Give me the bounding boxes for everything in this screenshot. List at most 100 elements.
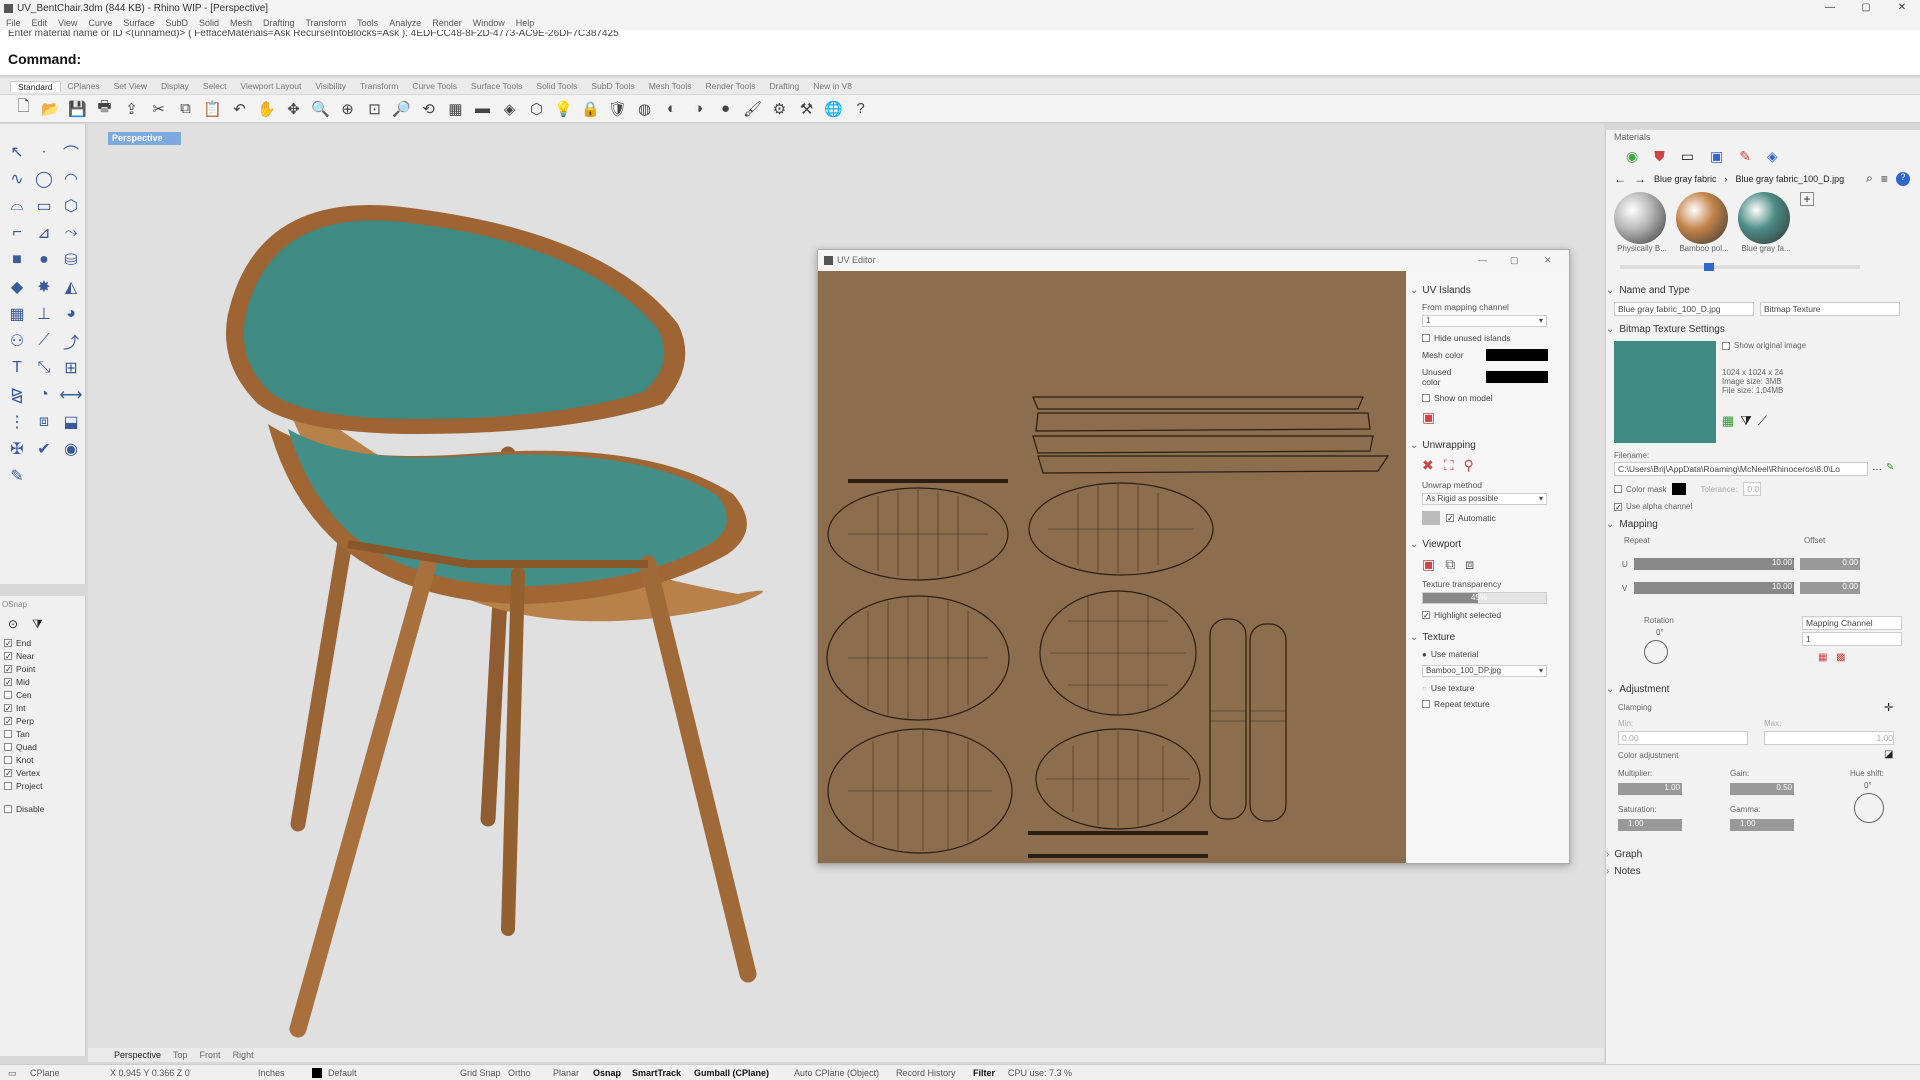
search-icon[interactable]: ⌕ xyxy=(1866,171,1873,186)
bitmap-settings-header[interactable]: Bitmap Texture Settings xyxy=(1606,324,1914,335)
toolbar-tab[interactable]: Mesh Tools xyxy=(642,81,699,91)
viewport-header[interactable]: Viewport xyxy=(1410,539,1563,550)
texture-name-field[interactable]: Blue gray fabric_100_D.jpg xyxy=(1614,302,1754,316)
repeat-u-slider[interactable]: 10.00 xyxy=(1634,558,1794,570)
checkbox[interactable]: ✓ xyxy=(4,703,12,712)
scale-icon[interactable]: ⤡ xyxy=(31,354,57,381)
tools-icon[interactable]: ⚒ xyxy=(793,97,820,121)
status-toggle[interactable]: Record History xyxy=(896,1068,956,1078)
point-icon[interactable]: · xyxy=(31,138,57,165)
shell-icon[interactable]: ◕ xyxy=(58,300,84,327)
toolbar-tab[interactable]: Select xyxy=(196,81,234,91)
material-types-icon[interactable]: ◉ xyxy=(1626,148,1638,165)
trim-icon[interactable]: ⟋ xyxy=(31,327,57,354)
layer-color-swatch[interactable] xyxy=(312,1068,322,1078)
copy-icon[interactable]: ⧉ xyxy=(172,97,199,121)
menu-item-solid[interactable]: Solid xyxy=(199,18,219,28)
color-adjust-icon[interactable]: ◪ xyxy=(1884,749,1893,760)
checkbox[interactable] xyxy=(1422,700,1430,708)
sphere-icon[interactable]: ◐ xyxy=(658,97,685,121)
status-toggle[interactable]: Osnap xyxy=(593,1068,621,1078)
checkbox[interactable] xyxy=(4,690,12,699)
fillet-icon[interactable]: ⌐ xyxy=(4,219,30,246)
view-texture-icon[interactable]: ▣ xyxy=(1422,556,1435,573)
render-sphere-icon[interactable]: ◑ xyxy=(685,97,712,121)
show-on-model-row[interactable]: Show on model xyxy=(1422,393,1563,403)
browse-icon[interactable]: … xyxy=(1872,462,1882,476)
brush-icon[interactable]: 🖌 xyxy=(739,97,766,121)
menu-item-file[interactable]: File xyxy=(6,18,21,28)
viewport-tab[interactable]: Right xyxy=(233,1050,254,1060)
unwrap-method-select[interactable]: As Rigid as possible xyxy=(1422,493,1547,505)
mask-color-swatch[interactable] xyxy=(1672,483,1687,495)
cylinder-icon[interactable]: ⛁ xyxy=(58,246,84,273)
units[interactable]: Inches xyxy=(258,1068,285,1078)
toolbar-tab[interactable]: CPlanes xyxy=(61,81,107,91)
uv-maximize-button[interactable]: ▢ xyxy=(1510,255,1519,266)
checkbox[interactable]: ✓ xyxy=(1422,611,1430,620)
box-icon[interactable]: ■ xyxy=(4,246,30,273)
alpha-row[interactable]: ✓ Use alpha channel xyxy=(1614,502,1914,511)
tolerance-field[interactable]: 0.0 xyxy=(1743,482,1762,496)
circle-icon[interactable]: ◯ xyxy=(31,165,57,192)
filter-icon[interactable]: ⧩ xyxy=(32,617,43,632)
checkbox[interactable] xyxy=(4,755,12,764)
layer-name[interactable]: Default xyxy=(328,1068,357,1078)
cut-icon[interactable]: ✂ xyxy=(145,97,172,121)
flow-icon[interactable]: ⧎ xyxy=(4,381,30,408)
analyze-icon[interactable]: ⬓ xyxy=(58,408,84,435)
use-texture-row[interactable]: ○ Use texture xyxy=(1422,683,1563,693)
ghost-icon[interactable]: ⬡ xyxy=(523,97,550,121)
osnap-item[interactable]: ✓ Vertex xyxy=(0,766,85,779)
osnap-disable[interactable]: Disable xyxy=(0,802,85,815)
texture-file-select[interactable]: Bamboo_100_DP.jpg xyxy=(1422,665,1547,677)
menu-item-edit[interactable]: Edit xyxy=(32,18,48,28)
mapping-channel-select[interactable]: 1 xyxy=(1422,315,1547,327)
open-icon[interactable]: 📂 xyxy=(37,97,64,121)
unwrapping-header[interactable]: Unwrapping xyxy=(1410,440,1563,451)
islands-tool-icon[interactable]: ▣ xyxy=(1422,409,1435,426)
extend-icon[interactable]: ⤳ xyxy=(58,219,84,246)
polygon-icon[interactable]: ⬡ xyxy=(58,192,84,219)
toolbar-tab[interactable]: Transform xyxy=(353,81,405,91)
check-icon[interactable]: ✔ xyxy=(31,435,57,462)
radio-selected[interactable]: ● xyxy=(1422,650,1427,659)
shield-icon[interactable]: 🛡 xyxy=(604,97,631,121)
repeat-v-slider[interactable]: 10.00 xyxy=(1634,582,1794,594)
hide-unused-row[interactable]: Hide unused islands xyxy=(1422,333,1563,343)
checkbox[interactable] xyxy=(1422,334,1430,342)
osnap-item[interactable]: Knot xyxy=(0,753,85,766)
join-icon[interactable]: ⚇ xyxy=(4,327,30,354)
thumbnail-size-slider[interactable] xyxy=(1620,263,1860,271)
slider-thumb[interactable] xyxy=(1704,263,1714,271)
uv-close-button[interactable]: ✕ xyxy=(1544,255,1552,266)
osnap-item[interactable]: Tan xyxy=(0,727,85,740)
show-original-row[interactable]: Show original image xyxy=(1722,341,1806,350)
block-icon[interactable]: ⧈ xyxy=(31,408,57,435)
toolbar-tab[interactable]: Set View xyxy=(107,81,154,91)
material-thumbnail[interactable]: Blue gray fa... xyxy=(1738,192,1794,253)
osnap-item[interactable]: ✓ Int xyxy=(0,701,85,714)
tile-icon[interactable]: ▦ xyxy=(1722,413,1734,429)
clamp-icon[interactable]: ✛ xyxy=(1884,701,1893,714)
osnap-item[interactable]: ✓ Point xyxy=(0,662,85,675)
osnap-item[interactable]: ✓ Perp xyxy=(0,714,85,727)
osnap-item[interactable]: ✓ End xyxy=(0,636,85,649)
mapping-channel-select[interactable]: Mapping Channel xyxy=(1802,616,1902,630)
boolean-icon[interactable]: ◭ xyxy=(58,273,84,300)
minimize-button[interactable]: — xyxy=(1816,0,1844,16)
zoom-icon[interactable]: 🔍 xyxy=(307,97,334,121)
toolbar-tab[interactable]: Visibility xyxy=(308,81,353,91)
osnap-item[interactable]: ✓ Near xyxy=(0,649,85,662)
select-arrow-icon[interactable]: ↖ xyxy=(4,138,30,165)
pencil-icon[interactable]: ✎ xyxy=(4,462,30,489)
osnap-item[interactable]: Quad xyxy=(0,740,85,753)
explode-icon[interactable]: ✸ xyxy=(31,273,57,300)
toolbar-tab[interactable]: Viewport Layout xyxy=(234,81,309,91)
paste-icon[interactable]: 📋 xyxy=(199,97,226,121)
maximize-button[interactable]: ▢ xyxy=(1852,0,1880,16)
texture-transparency-slider[interactable]: 45% xyxy=(1422,592,1547,604)
grid-icon[interactable]: ◈ xyxy=(496,97,523,121)
menu-item-curve[interactable]: Curve xyxy=(88,18,112,28)
breadcrumb-item[interactable]: Blue gray fabric xyxy=(1654,174,1717,184)
